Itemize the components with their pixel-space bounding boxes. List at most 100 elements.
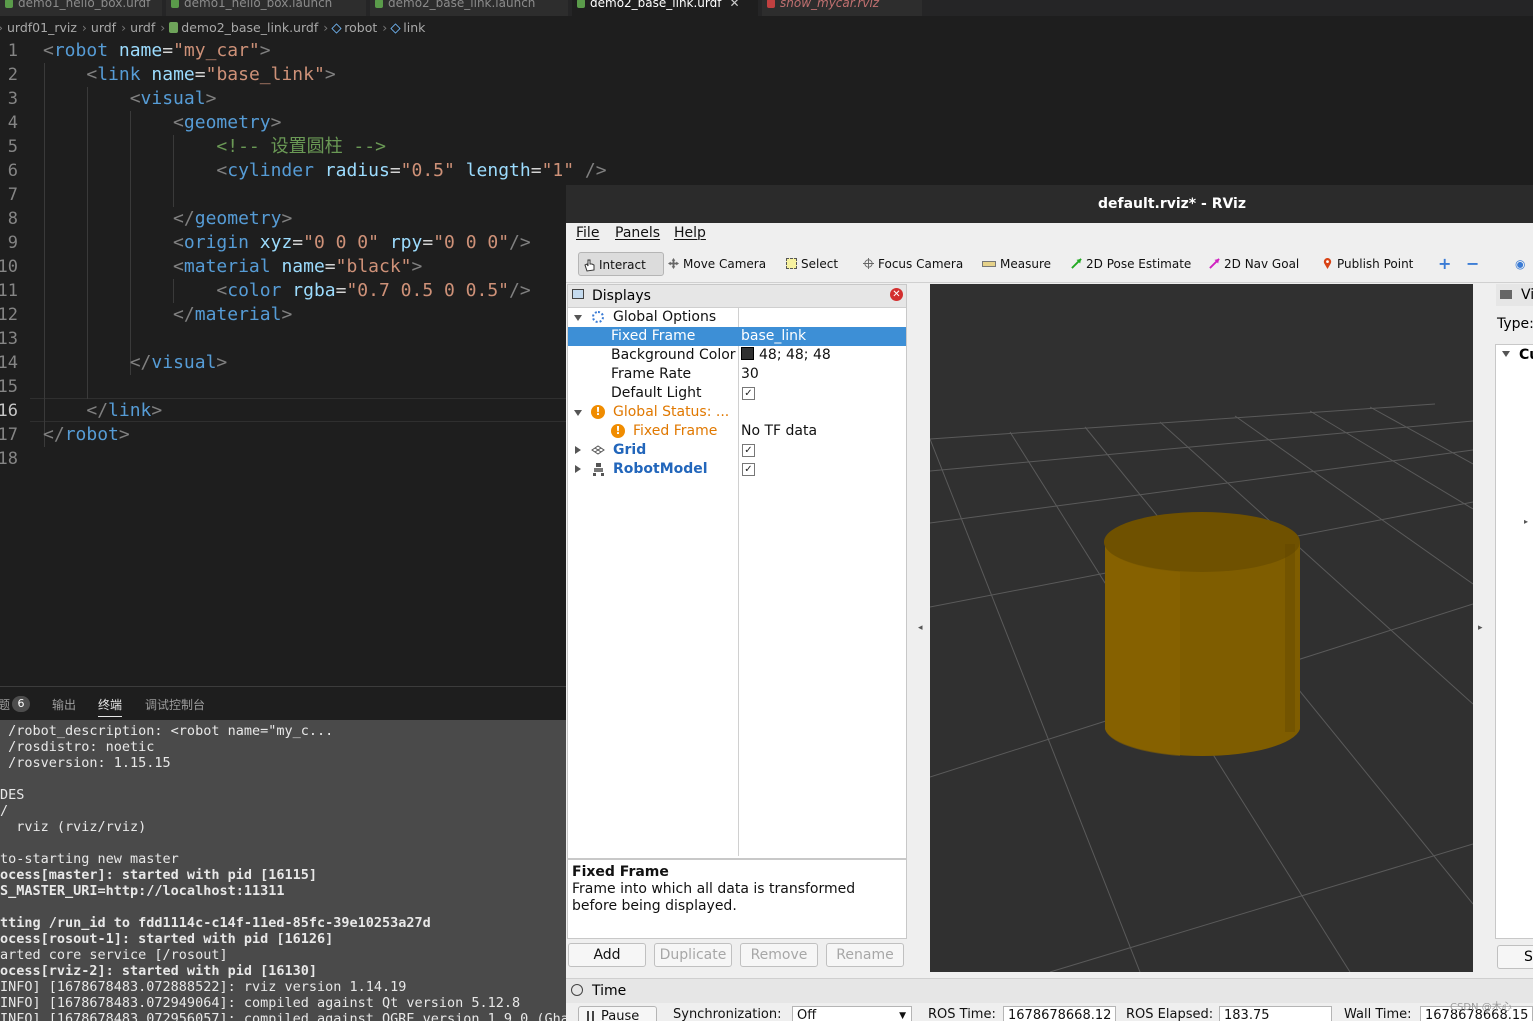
breadcrumb-item[interactable]: urdf	[91, 20, 116, 35]
code-token: <	[216, 160, 228, 181]
code-editor[interactable]: 1 <robot name="my_car"> 2 <link name="base…	[0, 39, 607, 685]
fixed-frame-value[interactable]: base_link	[741, 327, 806, 346]
hand-icon	[584, 259, 595, 272]
save-view-button[interactable]: S	[1497, 945, 1533, 969]
chevron-down-icon[interactable]	[574, 315, 582, 321]
select-tool-button[interactable]: Select	[786, 252, 838, 276]
code-token: =	[194, 64, 206, 85]
publish-point-tool-button[interactable]: Publish Point	[1322, 252, 1413, 276]
camera-icon	[1500, 290, 1512, 299]
grid-icon	[591, 445, 605, 455]
close-icon[interactable]: ✕	[729, 0, 739, 10]
code-text: <!-- 设置圆柱 -->	[43, 135, 386, 159]
terminal-line: ocess[rosout-1]: started with pid [16126…	[0, 931, 334, 947]
add-tool-icon[interactable]: +	[1438, 252, 1451, 276]
code-token: "black"	[335, 256, 412, 277]
displays-header: Displays ✕	[568, 285, 906, 308]
3d-viewport[interactable]	[929, 284, 1474, 973]
measure-tool-button[interactable]: Measure	[982, 252, 1051, 276]
collapse-left-icon[interactable]: ◂	[918, 623, 923, 633]
breadcrumb-item[interactable]: link	[403, 20, 425, 35]
warning-icon: !	[591, 405, 605, 419]
tree-row-frame-rate[interactable]: Frame Rate 30	[568, 365, 906, 384]
tree-row-status-fixed-frame[interactable]: ! Fixed Frame No TF data	[568, 422, 906, 441]
tree-row-robot-model[interactable]: RobotModel ✓	[568, 460, 906, 479]
displays-title: Displays	[592, 288, 651, 304]
grid-checkbox[interactable]: ✓	[742, 444, 755, 457]
tab-demo1-hello-box-launch[interactable]: demo1_hello_box.launch	[166, 0, 366, 16]
focus-camera-tool-button[interactable]: Focus Camera	[863, 252, 963, 276]
breadcrumb-item[interactable]: demo2_base_link.urdf	[181, 20, 318, 35]
tree-row-grid[interactable]: Grid ✓	[568, 441, 906, 460]
line-number: 9	[7, 233, 18, 253]
code-token: =	[292, 232, 304, 253]
move-camera-tool-button[interactable]: Move Camera	[668, 252, 766, 276]
breadcrumb-item[interactable]: urdf	[130, 20, 155, 35]
eye-icon[interactable]: ◉	[1515, 252, 1525, 276]
terminal[interactable]: /robot_description: <robot name="my_c...…	[0, 720, 566, 1021]
code-token: "0.7 0.5 0 0.5"	[346, 280, 510, 301]
menu-file[interactable]: File	[576, 225, 599, 241]
menu-help[interactable]: Help	[674, 225, 706, 241]
tab-demo2-base-link-urdf[interactable]: demo2_base_link.urdf ✕	[572, 0, 758, 16]
element-icon	[331, 23, 342, 34]
line-number: 14	[0, 353, 18, 373]
chevron-right-icon[interactable]	[575, 465, 581, 473]
default-light-checkbox[interactable]: ✓	[742, 387, 755, 400]
duplicate-button[interactable]: Duplicate	[654, 943, 732, 967]
tree-row-default-light[interactable]: Default Light ✓	[568, 384, 906, 403]
line-number: 11	[0, 281, 18, 301]
tree-row-background-color[interactable]: Background Color 48; 48; 48	[568, 346, 906, 365]
breadcrumb-item[interactable]: urdf01_rviz	[7, 20, 77, 35]
ros-time-field[interactable]: 1678678668.12	[1003, 1006, 1116, 1021]
add-button[interactable]: Add	[568, 943, 646, 967]
tree-row-global-options[interactable]: Global Options	[568, 308, 906, 327]
menu-panels[interactable]: Panels	[615, 225, 660, 241]
code-text: <geometry>	[43, 111, 281, 135]
code-token: color	[227, 280, 282, 301]
line-number: 1	[7, 41, 18, 61]
chevron-down-icon[interactable]	[1502, 351, 1510, 357]
views-tree[interactable]: Cu ▸	[1495, 344, 1533, 939]
window-titlebar[interactable]: default.rviz* - RViz	[566, 185, 1533, 223]
tab-show-mycar-rviz[interactable]: show_mycar.rviz	[762, 0, 922, 16]
breadcrumb-item[interactable]: robot	[344, 20, 377, 35]
tree-row-fixed-frame[interactable]: Fixed Frame base_link	[568, 327, 906, 346]
code-token: />	[509, 232, 531, 253]
tree-row-global-status[interactable]: ! Global Status: ...	[568, 403, 906, 422]
code-token: cylinder	[227, 160, 314, 181]
terminal-line: INFO] [1678678483.072949064]: compiled a…	[0, 995, 521, 1011]
tab-demo1-hello-box-urdf[interactable]: demo1_hello_box.urdf	[0, 0, 162, 16]
remove-tool-icon[interactable]: −	[1466, 252, 1479, 276]
ros-elapsed-field[interactable]: 183.75	[1219, 1006, 1332, 1021]
rename-button[interactable]: Rename	[826, 943, 904, 967]
code-token: <	[173, 232, 184, 253]
synchronization-select[interactable]: Off ▼	[792, 1006, 912, 1021]
code-token: name	[118, 40, 163, 61]
tab-output[interactable]: 输出	[52, 696, 76, 713]
tab-terminal[interactable]: 终端	[98, 696, 123, 717]
code-token: link	[97, 64, 141, 85]
2d-nav-goal-tool-button[interactable]: 2D Nav Goal	[1209, 252, 1299, 276]
chevron-right-icon[interactable]: ▸	[1524, 517, 1528, 526]
line-number: 15	[0, 377, 18, 397]
code-text: <link name="base_link">	[43, 63, 335, 87]
remove-button[interactable]: Remove	[740, 943, 818, 967]
tab-demo2-base-link-launch[interactable]: demo2_base_link.launch	[370, 0, 568, 16]
close-icon[interactable]: ✕	[890, 288, 903, 301]
pause-button[interactable]: Pause	[578, 1006, 657, 1021]
chevron-down-icon[interactable]	[574, 410, 582, 416]
code-token: radius	[324, 160, 390, 181]
color-swatch[interactable]	[741, 347, 754, 360]
tab-debug-console[interactable]: 调试控制台	[145, 696, 205, 713]
2d-pose-estimate-tool-button[interactable]: 2D Pose Estimate	[1071, 252, 1191, 276]
chevron-right-icon[interactable]	[575, 446, 581, 454]
collapse-right-icon[interactable]: ▸	[1478, 623, 1483, 633]
interact-tool-button[interactable]: Interact	[578, 252, 664, 276]
robot-model-checkbox[interactable]: ✓	[742, 463, 755, 476]
robot-model-icon	[593, 463, 604, 476]
